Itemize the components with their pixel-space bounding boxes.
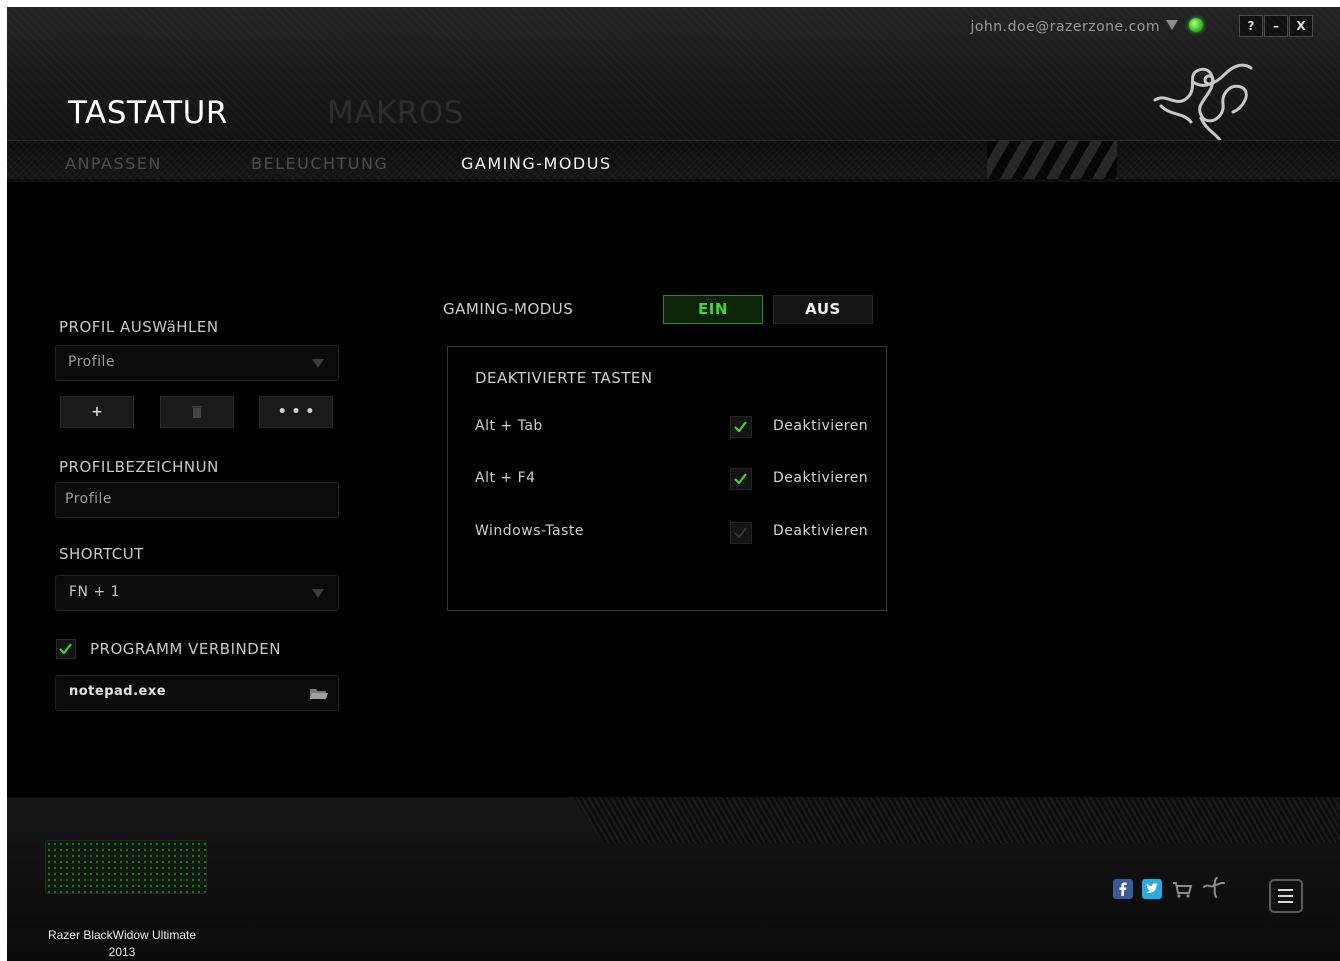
alt-tab-action: Deaktivieren xyxy=(773,418,869,434)
shortcut-dropdown[interactable]: FN + 1 xyxy=(55,575,339,611)
close-button[interactable]: X xyxy=(1289,15,1313,37)
menu-button[interactable] xyxy=(1269,879,1303,913)
trash-icon xyxy=(192,406,202,418)
decorative-stripes xyxy=(987,141,1117,179)
menu-icon-bar xyxy=(1278,895,1293,897)
footer: Razer BlackWidow Ultimate 2013 xyxy=(7,797,1340,961)
disabled-keys-panel: DEAKTIVIERTE TASTEN Alt + Tab Deaktivier… xyxy=(447,346,887,611)
profile-dropdown[interactable]: Profile xyxy=(55,345,339,381)
chevron-down-icon xyxy=(312,589,324,598)
profile-name-input[interactable]: Profile xyxy=(55,482,339,518)
keyboard-image[interactable] xyxy=(45,840,207,894)
tab-makros[interactable]: MAKROS xyxy=(327,95,464,131)
gaming-mode-label: GAMING-MODUS xyxy=(443,300,574,318)
delete-profile-button[interactable] xyxy=(160,396,234,428)
account-email[interactable]: john.doe@razerzone.com xyxy=(970,19,1160,35)
header: john.doe@razerzone.com ? – X TASTATUR MA… xyxy=(7,7,1340,182)
menu-icon xyxy=(1278,889,1293,891)
add-profile-button[interactable]: + xyxy=(60,396,134,428)
alt-tab-checkbox[interactable] xyxy=(730,416,752,438)
subtab-anpassen[interactable]: ANPASSEN xyxy=(65,154,162,173)
link-program-checkbox[interactable] xyxy=(56,639,76,659)
gaming-mode-off-button[interactable]: AUS xyxy=(773,295,873,324)
checkmark-icon xyxy=(734,473,747,484)
alt-f4-checkbox[interactable] xyxy=(730,468,752,490)
device-model: Razer BlackWidow Ultimate xyxy=(47,928,197,942)
more-options-button[interactable]: • • • xyxy=(259,396,333,428)
profile-name-label: PROFILBEZEICHNUN xyxy=(59,458,219,476)
folder-icon[interactable] xyxy=(310,687,328,700)
program-path-value: notepad.exe xyxy=(69,684,167,699)
minimize-button[interactable]: – xyxy=(1264,15,1288,37)
subtab-gaming-modus[interactable]: GAMING-MODUS xyxy=(461,154,612,173)
profile-select-label: PROFIL AUSWäHLEN xyxy=(59,318,219,336)
menu-icon-bar xyxy=(1278,901,1293,903)
help-button[interactable]: ? xyxy=(1239,15,1263,37)
tab-tastatur[interactable]: TASTATUR xyxy=(68,95,228,131)
razer-icon[interactable] xyxy=(1202,877,1226,899)
shortcut-label: SHORTCUT xyxy=(59,545,144,563)
decorative-band xyxy=(573,797,1340,843)
alt-f4-action: Deaktivieren xyxy=(773,470,869,486)
shortcut-value: FN + 1 xyxy=(69,584,121,600)
link-program-label: PROGRAMM VERBINDEN xyxy=(90,640,281,658)
chevron-down-icon xyxy=(312,359,324,368)
key-row-label-alt-f4: Alt + F4 xyxy=(475,470,536,486)
device-year: 2013 xyxy=(108,945,136,959)
windows-key-action: Deaktivieren xyxy=(773,523,869,539)
disabled-keys-title: DEAKTIVIERTE TASTEN xyxy=(475,369,653,387)
subtab-beleuchtung[interactable]: BELEUCHTUNG xyxy=(251,154,388,173)
program-path-input[interactable]: notepad.exe xyxy=(55,675,339,711)
online-status-icon xyxy=(1189,18,1203,32)
profile-dropdown-value: Profile xyxy=(68,354,116,370)
profile-name-value: Profile xyxy=(65,491,113,507)
checkmark-icon xyxy=(734,527,747,538)
synapse-window: john.doe@razerzone.com ? – X TASTATUR MA… xyxy=(7,7,1340,961)
checkmark-icon xyxy=(734,421,747,432)
account-dropdown-icon[interactable] xyxy=(1166,20,1178,30)
subnav-bar: ANPASSEN BELEUCHTUNG GAMING-MODUS xyxy=(7,140,1340,179)
gaming-mode-on-button[interactable]: EIN xyxy=(663,295,763,324)
windows-key-checkbox[interactable] xyxy=(730,522,752,544)
key-row-label-alt-tab: Alt + Tab xyxy=(475,418,543,434)
cart-icon[interactable] xyxy=(1172,881,1194,899)
twitter-icon[interactable] xyxy=(1142,879,1162,899)
key-row-label-windows: Windows-Taste xyxy=(475,523,584,539)
device-name: Razer BlackWidow Ultimate 2013 xyxy=(17,927,227,961)
facebook-icon[interactable] xyxy=(1113,879,1133,899)
checkmark-icon xyxy=(59,643,72,654)
